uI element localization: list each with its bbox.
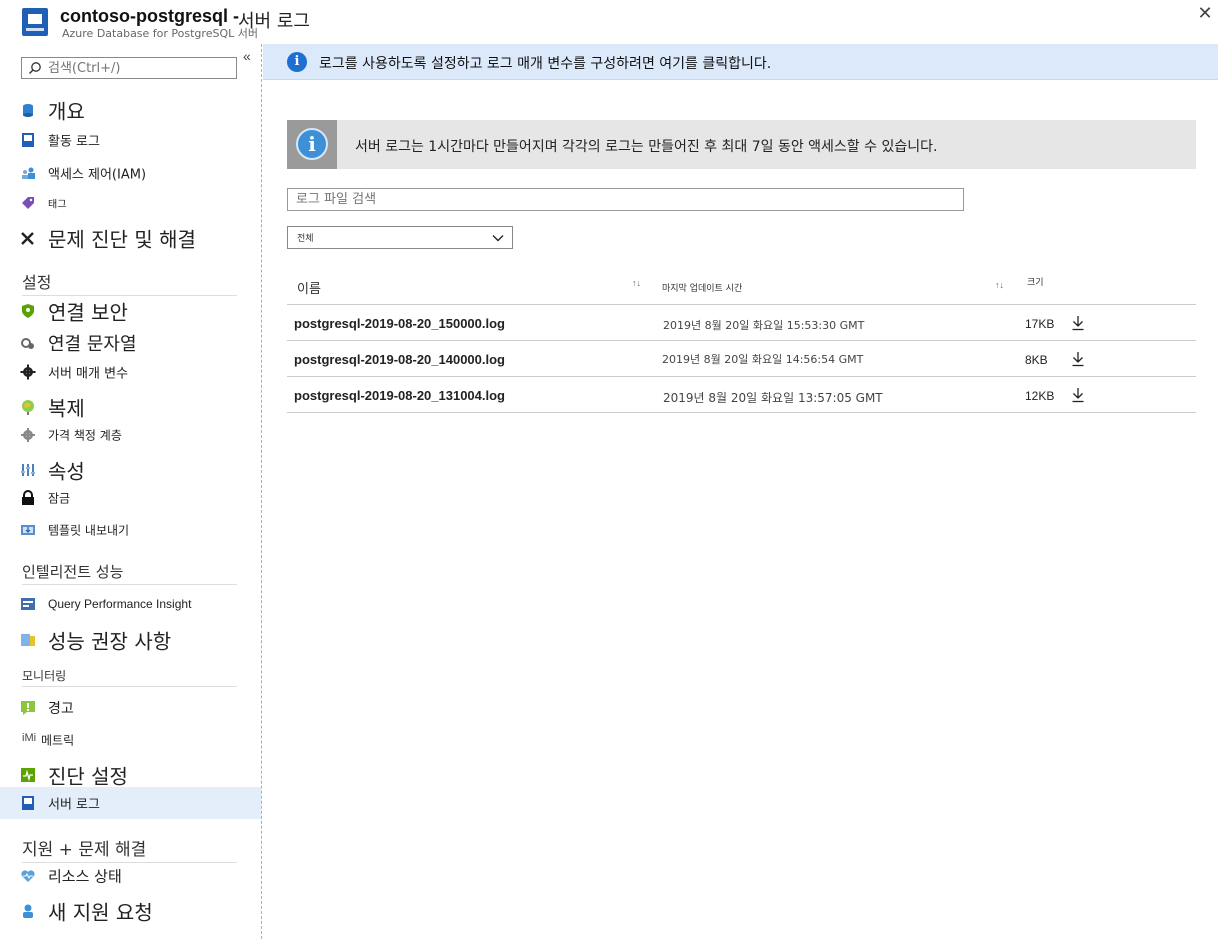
section-settings: 설정 xyxy=(22,269,237,296)
gear-icon xyxy=(20,364,36,380)
nav-item-performance-recommendations[interactable]: 성능 권장 사항 xyxy=(0,624,261,656)
nav-item-diagnose[interactable]: 문제 진단 및 해결 xyxy=(0,222,261,254)
blade-header: contoso-postgresql - 서버 로그 Azure Databas… xyxy=(0,0,1218,44)
info-icon: i xyxy=(287,52,307,72)
info-icon: i xyxy=(296,128,328,160)
recommendation-icon xyxy=(21,634,35,646)
wrench-icon xyxy=(21,232,34,245)
heart-icon xyxy=(21,870,35,882)
people-icon xyxy=(22,167,35,179)
nav-item-resource-health[interactable]: 리소스 상태 xyxy=(0,860,261,892)
log-search-box[interactable] xyxy=(287,188,964,211)
log-file-name[interactable]: postgresql-2019-08-20_131004.log xyxy=(294,388,505,403)
nav-item-access-control[interactable]: 액세스 제어(IAM) xyxy=(0,157,261,189)
menu-search-box[interactable] xyxy=(21,57,237,79)
column-header-name[interactable]: 이름 ↑↓ xyxy=(287,266,647,304)
nav-item-overview[interactable]: 개요 xyxy=(0,94,261,126)
nav-item-server-parameters[interactable]: 서버 매개 변수 xyxy=(0,356,261,388)
page-title: contoso-postgresql - xyxy=(60,6,239,26)
log-file-name[interactable]: postgresql-2019-08-20_150000.log xyxy=(294,316,505,331)
nav-item-server-logs[interactable]: 서버 로그 xyxy=(0,787,261,819)
nav-item-locks[interactable]: 잠금 xyxy=(0,482,261,514)
tag-icon xyxy=(22,197,34,209)
close-button[interactable]: ✕ xyxy=(1196,4,1214,22)
log-file-size: 17KB xyxy=(1025,317,1055,331)
log-file-updated: 2019년 8월 20일 화요일 15:53:30 GMT xyxy=(663,319,865,332)
query-icon xyxy=(21,598,35,610)
log-file-updated: 2019년 8월 20일 화요일 13:57:05 GMT xyxy=(663,391,883,405)
export-icon xyxy=(21,525,35,535)
table-row: postgresql-2019-08-20_131004.log 2019년 8… xyxy=(287,377,1196,413)
banner-text: 로그를 사용하도록 설정하고 로그 매개 변수를 구성하려면 여기를 클릭합니다… xyxy=(319,56,772,72)
section-intelligent-performance: 인텔리전트 성능 xyxy=(22,561,237,585)
download-icon[interactable] xyxy=(1071,351,1085,367)
log-file-size: 8KB xyxy=(1025,353,1048,367)
download-icon[interactable] xyxy=(1071,315,1085,331)
connection-icon xyxy=(21,338,34,349)
collapse-menu-button[interactable]: « xyxy=(243,48,251,64)
cog-icon xyxy=(21,428,35,442)
diagnostic-icon xyxy=(21,768,35,782)
server-log-icon xyxy=(22,8,48,36)
nav-item-pricing-tier[interactable]: 가격 책정 계층 xyxy=(0,419,261,451)
globe-icon xyxy=(22,400,34,415)
server-log-icon xyxy=(22,796,34,810)
shield-icon xyxy=(22,304,34,318)
enable-logs-banner[interactable]: i 로그를 사용하도록 설정하고 로그 매개 변수를 구성하려면 여기를 클릭합… xyxy=(263,44,1218,80)
nav-item-connection-security[interactable]: 연결 보안 xyxy=(0,295,261,327)
table-row: postgresql-2019-08-20_150000.log 2019년 8… xyxy=(287,305,1196,341)
nav-item-alerts[interactable]: 경고 xyxy=(0,692,261,724)
log-file-size: 12KB xyxy=(1025,389,1055,403)
table-row: postgresql-2019-08-20_140000.log 2019년 8… xyxy=(287,341,1196,377)
log-filter-dropdown[interactable]: 전체 xyxy=(287,226,513,249)
nav-item-metrics[interactable]: iMi 메트릭 xyxy=(0,724,261,756)
column-header-updated[interactable]: 마지막 업데이트 시간 ↑↓ xyxy=(659,266,1009,304)
retention-notice: i 서버 로그는 1시간마다 만들어지며 각각의 로그는 만들어진 후 최대 7… xyxy=(287,120,1196,169)
resource-type-caption: Azure Database for PostgreSQL 서버 xyxy=(62,27,258,40)
lock-icon xyxy=(22,490,34,505)
nav-item-connection-strings[interactable]: 연결 문자열 xyxy=(0,327,261,359)
notice-text: 서버 로그는 1시간마다 만들어지며 각각의 로그는 만들어진 후 최대 7일 … xyxy=(355,139,938,155)
nav-item-new-support-request[interactable]: 새 지원 요청 xyxy=(0,895,261,927)
menu-search-input[interactable] xyxy=(48,59,234,77)
nav-item-tags[interactable]: 태그 xyxy=(0,187,261,219)
nav-item-query-performance-insight[interactable]: Query Performance Insight xyxy=(0,588,261,620)
nav-item-export-template[interactable]: 템플릿 내보내기 xyxy=(0,514,261,546)
support-icon xyxy=(23,904,33,918)
resource-menu: « 개요 활동 로그 액세스 제어(IAM) 태그 문제 진단 및 해결 설정 … xyxy=(0,44,262,939)
properties-icon xyxy=(21,464,35,476)
sort-icon[interactable]: ↑↓ xyxy=(632,278,641,288)
download-icon[interactable] xyxy=(1071,387,1085,403)
search-icon xyxy=(29,62,41,74)
column-header-size: 크기 xyxy=(1027,278,1044,288)
log-file-name[interactable]: postgresql-2019-08-20_140000.log xyxy=(294,352,505,367)
log-file-updated: 2019년 8월 20일 화요일 14:56:54 GMT xyxy=(662,353,864,366)
section-monitoring: 모니터링 xyxy=(22,667,237,687)
filter-value: 전체 xyxy=(297,234,314,244)
alert-icon xyxy=(21,701,35,715)
section-support: 지원 + 문제 해결 xyxy=(22,835,237,863)
main-content: i 로그를 사용하도록 설정하고 로그 매개 변수를 구성하려면 여기를 클릭합… xyxy=(263,44,1218,939)
chevron-down-icon xyxy=(492,235,504,242)
activity-log-icon xyxy=(22,133,34,147)
log-search-input[interactable] xyxy=(288,189,963,210)
nav-item-activity-log[interactable]: 활동 로그 xyxy=(0,124,261,156)
sort-icon[interactable]: ↑↓ xyxy=(995,280,1004,290)
database-icon xyxy=(23,104,33,117)
